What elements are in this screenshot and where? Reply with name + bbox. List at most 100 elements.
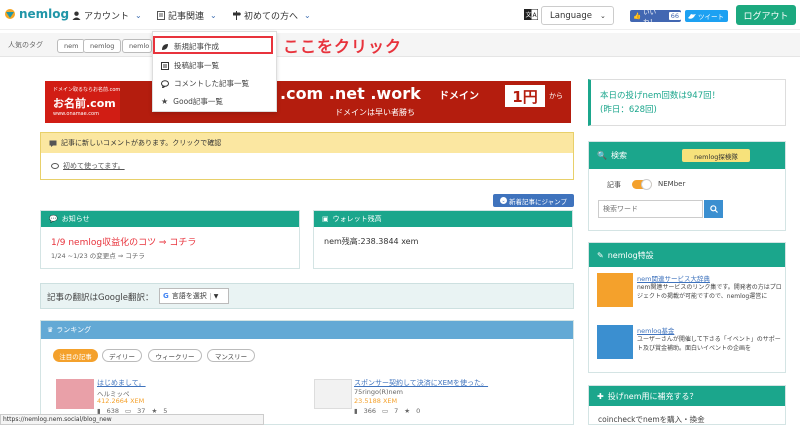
tag-item[interactable]: nemlo [122,39,152,53]
search-icon [709,205,718,213]
comment-icon: 💬 [49,215,58,223]
wallet-balance-card: ▣ ウォレット残高 nem残高:238.3844 xem [313,210,573,269]
tweet-button[interactable]: ツイート [685,10,728,22]
popular-tags-label: 人気のタグ [8,41,43,49]
search-input[interactable] [598,200,703,218]
nav-beginners[interactable]: 初めての方へ ⌄ [232,9,311,22]
wallet-icon: ▣ [322,215,329,223]
svg-text:文: 文 [526,11,532,19]
refill-card: ✚ 投げnem用に補充する？ coincheckでnemを購入・換金 [588,385,786,425]
jump-new-articles-button[interactable]: ⌄ 新着記事にジャンプ [493,194,574,207]
card-title: ウォレット残高 [332,215,382,223]
chevron-down-icon: ▼ [209,292,218,300]
nemlog-explorer-button[interactable]: nemlog探検隊 [682,149,750,162]
announcements-card: 💬 お知らせ 1/9 nemlog収益化のコツ ⇒ コチラ 1/24 ~1/23… [40,210,300,269]
jump-label: 新着記事にジャンプ [509,197,567,206]
tip-count-text: 本日の投げnem回数は947回！ [600,91,721,101]
translate-label: 記事の翻訳はGoogle翻訳： [47,293,154,303]
banner-domains: .com .net .work [280,84,421,103]
translate-language-select[interactable]: G 言語を選択 ▼ [159,288,229,304]
ranking-panel: ♛ ランキング 注目の記事 デイリー ウィークリー マンスリー はじめまして。 … [40,320,574,425]
chevron-down-icon: ⌄ [210,11,217,20]
tag-item[interactable]: nemlog [83,39,122,53]
banner-brand-url: www.onamae.com [53,111,99,117]
nemlog-logo-icon [5,9,15,19]
highlight-box [153,36,273,54]
ranking-thumbnail[interactable] [56,379,94,409]
refill-text[interactable]: coincheckでnemを購入・換金 [589,406,785,425]
views-count: 366 [363,407,376,415]
crown-icon: ♛ [47,326,54,334]
nav-beginners-label: 初めての方へ [244,12,299,22]
browser-status-url: https://nemlog.nem.social/blog_new [0,414,264,425]
chevron-down-icon: ⌄ [599,11,606,20]
tweet-label: ツイート [698,13,724,21]
menu-item-posted-articles[interactable]: 投稿記事一覧 [153,56,276,75]
search-mode-toggle[interactable] [632,179,652,190]
feature-title[interactable]: nemlog基金 [637,325,674,335]
card-title: nemlog特設 [607,250,654,260]
tab-featured[interactable]: 注目の記事 [53,349,98,362]
user-icon [72,11,81,20]
toggle-articles-label: 記事 [607,181,621,189]
tab-daily[interactable]: デイリー [102,349,142,362]
tip-yesterday-text: (昨日：628回) [600,105,657,115]
card-header: ▣ ウォレット残高 [314,211,572,227]
comment-icon [161,79,169,88]
feature-title[interactable]: nem関連サービス大辞典 [637,273,710,283]
ranking-entry-xem: 412.2664 XEM [97,397,145,405]
domain-ad-banner[interactable]: ドメイン取るならお名前.com お名前.com www.onamae.com .… [45,81,571,123]
comment-icon [49,140,57,147]
wand-icon: ✎ [597,250,604,260]
feature-thumbnail[interactable] [597,325,633,359]
ranking-entry-author[interactable]: 75ringo(R)nem [354,388,403,396]
comment-count: 7 [394,407,399,415]
translate-select-label: 言語を選択 [171,292,207,300]
wallet-icon: ✚ [597,391,604,401]
feature-thumbnail[interactable] [597,273,633,307]
search-icon: 🔍 [597,151,607,160]
menu-item-good-articles[interactable]: ★ Good記事一覧 [153,92,276,111]
language-select[interactable]: Language ⌄ [541,6,614,25]
search-button[interactable] [704,200,723,218]
nav-articles[interactable]: 記事関連 ⌄ [157,9,217,22]
menu-item-commented-articles[interactable]: コメントした記事一覧 [153,74,276,93]
nav-account[interactable]: アカウント ⌄ [72,9,142,22]
notice-header[interactable]: 記事に新しいコメントがあります。クリックで確認 [41,133,573,153]
ranking-title: ランキング [56,326,92,334]
translate-icon[interactable]: 文A [524,9,538,20]
chevron-circle-down-icon: ⌄ [500,197,507,204]
comment-outline-icon [51,162,59,169]
tab-monthly[interactable]: マンスリー [207,349,255,362]
comment-icon: ▭ [382,407,389,415]
site-logo[interactable]: nemlog [4,7,69,21]
menu-item-label: Good記事一覧 [173,97,223,106]
nav-account-label: アカウント [84,12,130,22]
tab-weekly[interactable]: ウィークリー [148,349,202,362]
banner-tagline: ドメインは早い者勝ち [335,108,415,117]
wallet-balance: nem残高:238.3844 xem [324,237,419,246]
feature-description: nem関連サービスのリンク集です。開発者の方はプロジェクトの掲載が可能ですので、… [637,284,782,300]
logo-text: nemlog [19,7,70,21]
ranking-entry-title[interactable]: はじめまして。 [97,378,146,388]
announcement-headline[interactable]: 1/9 nemlog収益化のコツ ⇒ コチラ [41,227,299,248]
notice-article-link[interactable]: 初めて使ってます。 [51,161,125,171]
logout-button[interactable]: ログアウト [736,5,796,25]
announcement-date-line[interactable]: 1/24 ~1/23 の変更点 ⇒ コチラ [41,248,299,262]
notice-header-text: 記事に新しいコメントがあります。クリックで確認 [61,139,222,147]
ranking-entry-xem: 23.5188 XEM [354,397,398,405]
fb-like-count: 66 [668,12,681,20]
star-icon: ★ [161,97,169,106]
ranking-thumbnail[interactable] [314,379,352,409]
ranking-entry-stats: ▮ 366 ▭ 7 ★ 0 [354,407,420,415]
document-icon [161,61,169,70]
ranking-entry-title[interactable]: スポンサー契約して決済にXEMを使った。 [354,378,488,388]
comment-notice[interactable]: 記事に新しいコメントがあります。クリックで確認 初めて使ってます。 [40,132,574,180]
banner-price: 1円 [505,85,545,107]
facebook-like-button[interactable]: 👍 いいね！ 66 [630,8,681,26]
tag-item[interactable]: nem [57,39,86,53]
toggle-nember-label: NEMber [658,180,686,188]
twitter-bird-icon [688,13,696,19]
ranking-header: ♛ ランキング [41,321,573,339]
star-icon: ★ [404,407,411,415]
